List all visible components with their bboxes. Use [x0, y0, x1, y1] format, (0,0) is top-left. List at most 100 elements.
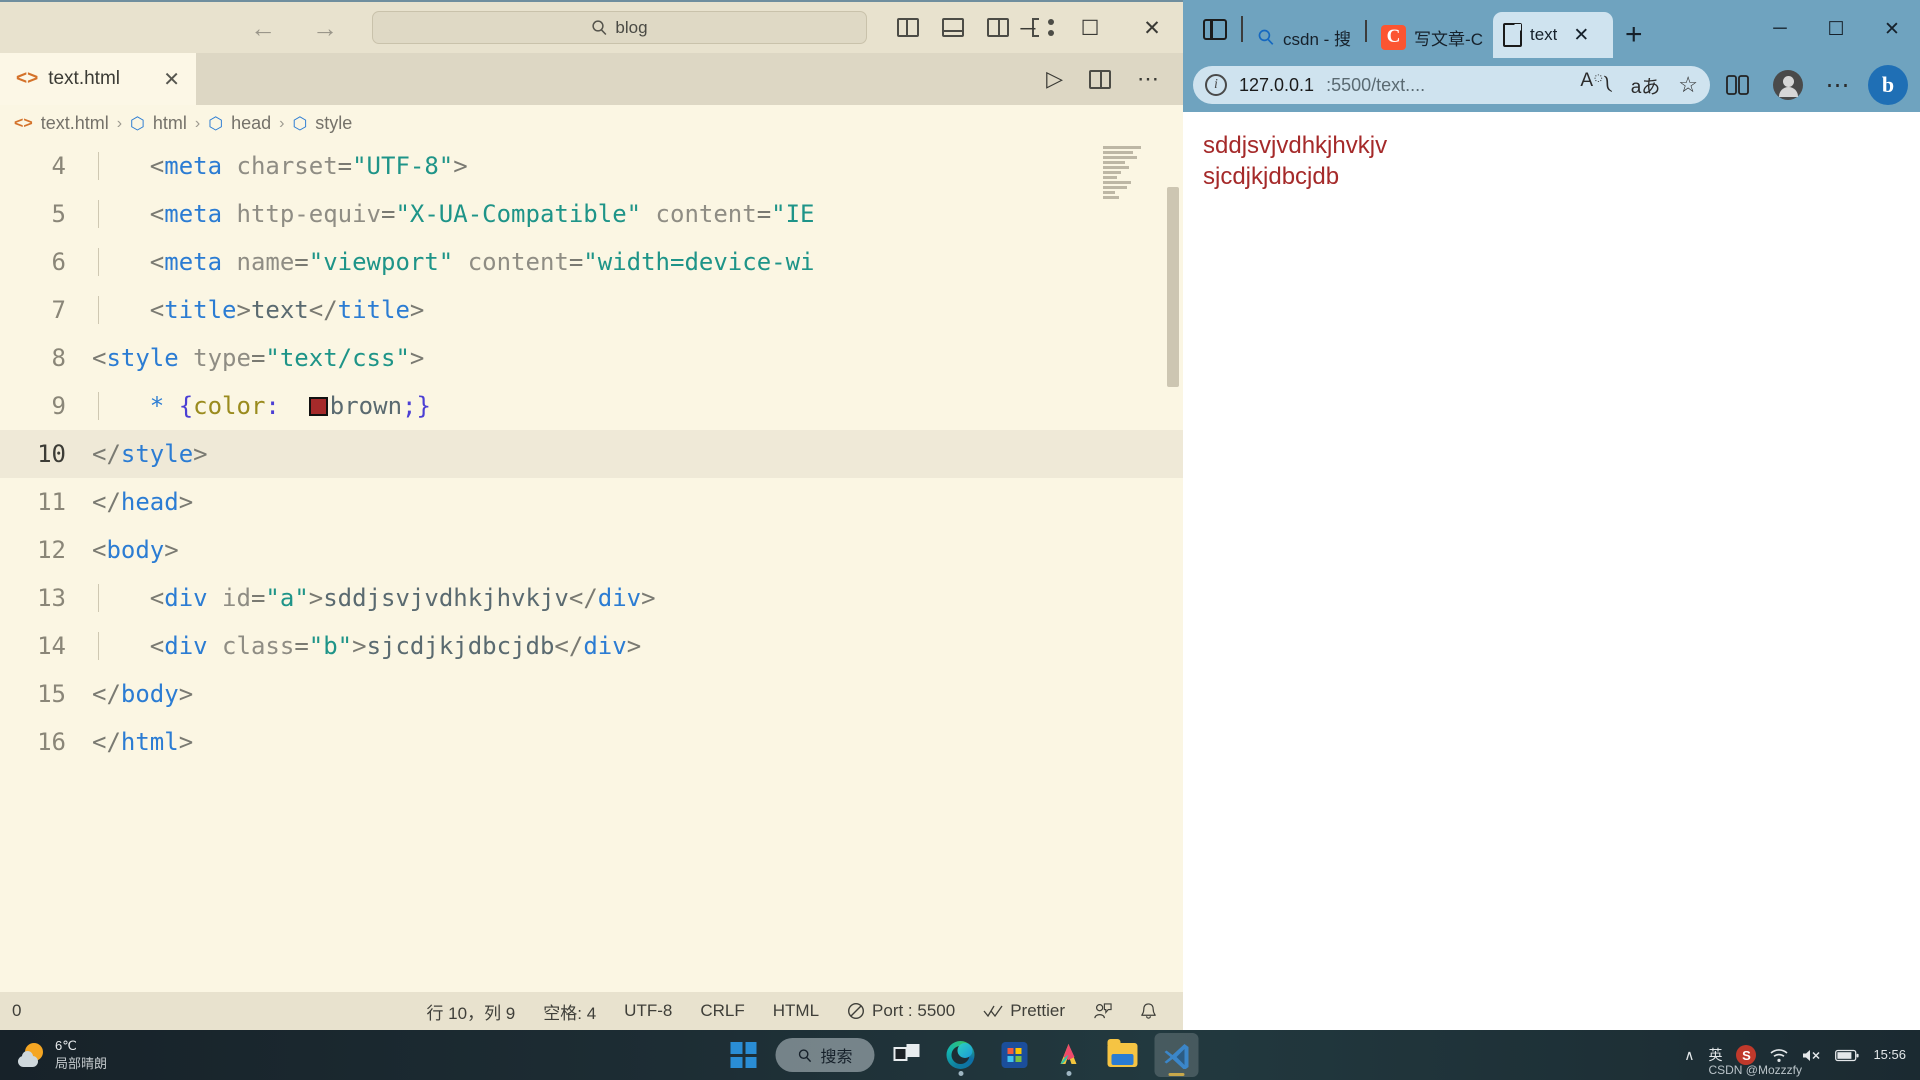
taskbar-search[interactable]: 搜索 — [775, 1038, 875, 1072]
minimap[interactable] — [1101, 142, 1161, 992]
live-server-port[interactable]: Port : 5500 — [847, 1001, 955, 1021]
translate-icon[interactable]: aあ — [1631, 72, 1661, 99]
code-token: </ — [92, 728, 121, 756]
breadcrumb-item-html[interactable]: html — [153, 113, 187, 134]
code-token: div — [164, 632, 208, 660]
maximize-button[interactable]: ☐ — [1059, 2, 1121, 55]
profile-button[interactable] — [1766, 63, 1810, 107]
language-mode[interactable]: HTML — [773, 1001, 819, 1021]
volume-muted-icon[interactable] — [1802, 1048, 1821, 1063]
line-number: 10 — [37, 440, 66, 468]
battery-icon[interactable] — [1835, 1049, 1860, 1062]
breadcrumb-item-style[interactable]: style — [315, 113, 352, 134]
settings-more-button[interactable]: ⋯ — [1816, 63, 1860, 107]
toggle-panel-icon[interactable] — [942, 18, 964, 37]
back-arrow-icon[interactable]: ← — [250, 15, 276, 41]
eol-mode[interactable]: CRLF — [700, 1001, 744, 1021]
browser-tab-write-article[interactable]: C 写文章-C — [1371, 16, 1493, 58]
code-line-content: * {color: brown;} — [92, 392, 1183, 420]
split-editor-icon[interactable] — [1089, 69, 1111, 89]
info-icon[interactable]: i — [1205, 74, 1227, 96]
editor-scrollbar[interactable] — [1167, 187, 1179, 387]
taskbar-app-a[interactable] — [1047, 1033, 1091, 1077]
code-token: < — [92, 344, 107, 372]
breadcrumb-item-head[interactable]: head — [231, 113, 271, 134]
forward-arrow-icon[interactable]: → — [312, 15, 338, 41]
code-token: > — [236, 296, 251, 324]
code-line[interactable]: 8 <style type="text/css"> — [0, 334, 1183, 382]
ime-indicator[interactable]: 英 — [1708, 1045, 1722, 1065]
taskbar-app-file-explorer[interactable] — [1101, 1033, 1145, 1077]
toggle-primary-sidebar-icon[interactable] — [897, 18, 919, 37]
page-text-line-1: sddjsvjvdhkjhvkjv — [1203, 132, 1388, 159]
taskbar-app-task-view[interactable] — [885, 1033, 929, 1077]
tab-actions-menu-button[interactable] — [1193, 0, 1237, 58]
line-number: 5 — [51, 200, 66, 228]
code-token: * — [149, 392, 165, 420]
code-line[interactable]: 7 <title>text</title> — [0, 286, 1183, 334]
code-line[interactable]: 14 <div class="b">sjcdjkjdbcjdb</div> — [0, 622, 1183, 670]
wifi-icon[interactable] — [1770, 1048, 1788, 1063]
minimize-button[interactable]: ─ — [997, 2, 1059, 55]
breadcrumb-item-file[interactable]: text.html — [41, 113, 109, 134]
browser-tab-csdn[interactable]: csdn - 搜 — [1247, 16, 1361, 58]
indentation[interactable]: 空格: 4 — [543, 999, 596, 1024]
indent-guide — [98, 248, 99, 276]
browser-tab-close-icon[interactable]: ✕ — [1573, 24, 1589, 47]
code-line[interactable]: 15 </body> — [0, 670, 1183, 718]
cursor-position[interactable]: 行 10，列 9 — [426, 999, 515, 1024]
close-button[interactable]: ✕ — [1121, 2, 1183, 55]
collections-button[interactable] — [1716, 63, 1760, 107]
url-path: :5500/text.... — [1326, 74, 1426, 95]
address-bar[interactable]: i 127.0.0.1 :5500/text.... A༾ aあ ☆ — [1193, 66, 1710, 104]
browser-toolbar: i 127.0.0.1 :5500/text.... A༾ aあ ☆ ⋯ b — [1183, 58, 1920, 112]
browser-tab-text[interactable]: text ✕ — [1492, 12, 1613, 58]
more-actions-icon[interactable]: ⋯ — [1137, 66, 1159, 92]
taskbar-app-edge[interactable] — [939, 1033, 983, 1077]
color-swatch[interactable] — [308, 397, 328, 416]
code-line[interactable]: 9 * {color: brown;} — [0, 382, 1183, 430]
code-line[interactable]: 6 <meta name="viewport" content="width=d… — [0, 238, 1183, 286]
double-check-icon — [983, 1005, 1003, 1018]
code-token: = — [250, 344, 266, 372]
code-line[interactable]: 13 <div id="a">sddjsvjvdhkjhvkjv</div> — [0, 574, 1183, 622]
code-line-content: <style type="text/css"> — [92, 344, 1183, 372]
code-line-content: <meta http-equiv="X-UA-Compatible" conte… — [92, 200, 1183, 228]
minimize-button[interactable]: ─ — [1752, 0, 1808, 58]
editor-tab-text-html[interactable]: <> text.html ✕ — [0, 53, 196, 105]
bell-icon[interactable] — [1140, 1002, 1157, 1021]
code-line[interactable]: 10 </style> — [0, 430, 1183, 478]
code-editor[interactable]: 4 <meta charset="UTF-8"> 5 <meta http-equ… — [0, 142, 1183, 992]
taskbar-app-store[interactable] — [993, 1033, 1037, 1077]
taskbar-clock[interactable]: 15:56 — [1873, 1047, 1906, 1064]
show-hidden-icons-chevron[interactable]: ∧ — [1684, 1047, 1694, 1064]
prettier-status[interactable]: Prettier — [983, 1001, 1065, 1021]
copilot-button[interactable]: b — [1866, 63, 1910, 107]
sogou-tray-icon[interactable]: S — [1736, 1045, 1757, 1065]
code-line[interactable]: 4 <meta charset="UTF-8"> — [0, 142, 1183, 190]
editor-tab-close-icon[interactable]: ✕ — [163, 67, 180, 92]
account-icon[interactable] — [1093, 1002, 1112, 1021]
a-app-icon — [1055, 1042, 1083, 1068]
code-line[interactable]: 16 </html> — [0, 718, 1183, 766]
close-button[interactable]: ✕ — [1864, 0, 1920, 58]
clock-time: 15:56 — [1873, 1046, 1906, 1062]
encoding[interactable]: UTF-8 — [624, 1001, 672, 1021]
maximize-button[interactable]: ☐ — [1808, 0, 1864, 58]
command-center-search[interactable]: blog — [372, 11, 867, 44]
remote-indicator[interactable]: 0 — [12, 1001, 21, 1021]
weather-widget[interactable]: 6℃ 局部晴朗 — [0, 1037, 107, 1072]
code-line[interactable]: 12 <body> — [0, 526, 1183, 574]
run-preview-icon[interactable]: ▷ — [1046, 66, 1063, 92]
code-token: = — [568, 248, 584, 276]
search-icon — [1258, 29, 1274, 45]
code-line[interactable]: 5 <meta http-equiv="X-UA-Compatible" con… — [0, 190, 1183, 238]
add-favorite-icon[interactable]: ☆ — [1678, 72, 1698, 98]
new-tab-button[interactable]: + — [1613, 18, 1655, 58]
more-icon: ⋯ — [1825, 71, 1851, 99]
code-token: head — [120, 488, 179, 516]
taskbar-app-vscode[interactable] — [1154, 1033, 1199, 1077]
start-button[interactable] — [721, 1033, 765, 1077]
read-aloud-icon[interactable]: A༾ — [1580, 58, 1612, 112]
code-line[interactable]: 11 </head> — [0, 478, 1183, 526]
